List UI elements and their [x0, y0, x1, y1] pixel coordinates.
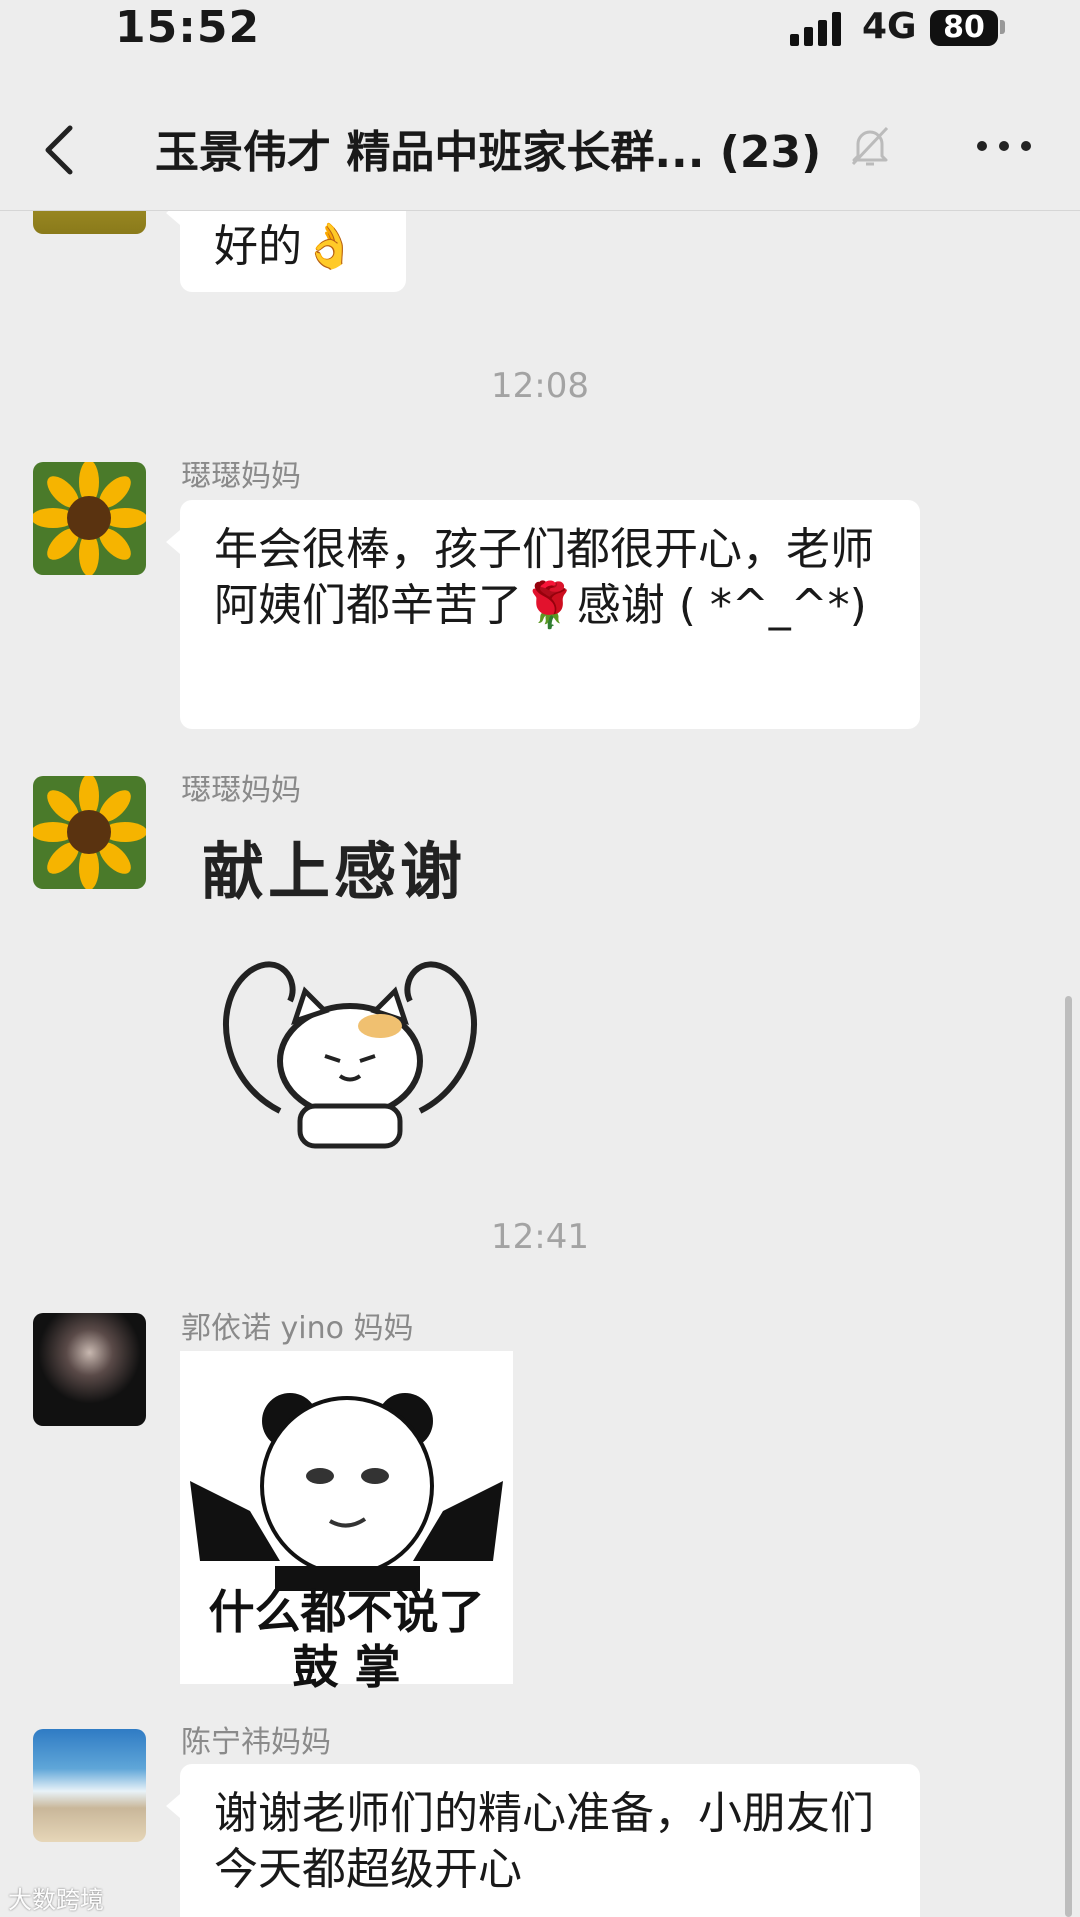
scrollbar[interactable]	[1065, 996, 1072, 1917]
signal-icon	[790, 12, 844, 46]
panda-image	[190, 1393, 503, 1591]
message-bubble[interactable]: 好的👌	[166, 211, 406, 292]
avatar[interactable]	[33, 776, 146, 889]
avatar[interactable]	[33, 211, 146, 234]
status-time: 15:52	[115, 2, 261, 53]
avatar[interactable]	[33, 462, 146, 575]
sunflower-avatar-image	[33, 462, 146, 575]
chat-header: 玉景伟才 精品中班家长群... (23)	[0, 60, 1080, 211]
message-bubble[interactable]: 谢谢老师们的精心准备，小朋友们今天都超级开心	[166, 1764, 920, 1917]
battery-icon: 80	[930, 10, 998, 46]
back-button[interactable]	[40, 120, 80, 180]
cat-heart-image	[223, 961, 477, 1149]
sender-name: 璱璱妈妈	[181, 459, 301, 494]
watermark: 大数跨境	[8, 1886, 104, 1914]
panda-clap-sticker[interactable]: 什么都不说了 鼓 掌	[180, 1351, 513, 1694]
battery-level: 80	[943, 10, 985, 45]
sender-name: 郭依诺 yino 妈妈	[181, 1311, 414, 1346]
battery-tip	[1000, 20, 1005, 34]
sender-name: 璱璱妈妈	[181, 773, 301, 808]
sticker-caption: 献上感谢	[202, 835, 467, 908]
network-type: 4G	[862, 6, 917, 47]
avatar[interactable]	[33, 1313, 146, 1426]
status-bar: 15:52 4G 80	[0, 0, 1080, 60]
message-bubble[interactable]: 年会很棒，孩子们都很开心，老师阿姨们都辛苦了🌹感谢 ( *^_^*)	[166, 500, 920, 729]
sticker-caption-line2: 鼓 掌	[292, 1640, 401, 1694]
message-timestamp: 12:41	[491, 1217, 589, 1257]
chat-title[interactable]: 玉景伟才 精品中班家长群... (23)	[155, 116, 821, 180]
bell-slash-icon	[850, 124, 890, 168]
chevron-left-icon	[45, 125, 73, 175]
more-dots-icon[interactable]	[975, 135, 1035, 155]
sender-name: 陈宁祎妈妈	[181, 1725, 331, 1760]
message-list[interactable]: 好的👌 12:08 璱璱妈妈 年会很棒，孩子们都很开心，老师阿姨们都辛苦了🌹感谢…	[0, 211, 1080, 1917]
message-timestamp: 12:08	[491, 366, 589, 406]
sunflower-avatar-image	[33, 776, 146, 889]
cat-thanks-sticker[interactable]: 献上感谢	[190, 821, 510, 1151]
avatar[interactable]	[33, 1729, 146, 1842]
